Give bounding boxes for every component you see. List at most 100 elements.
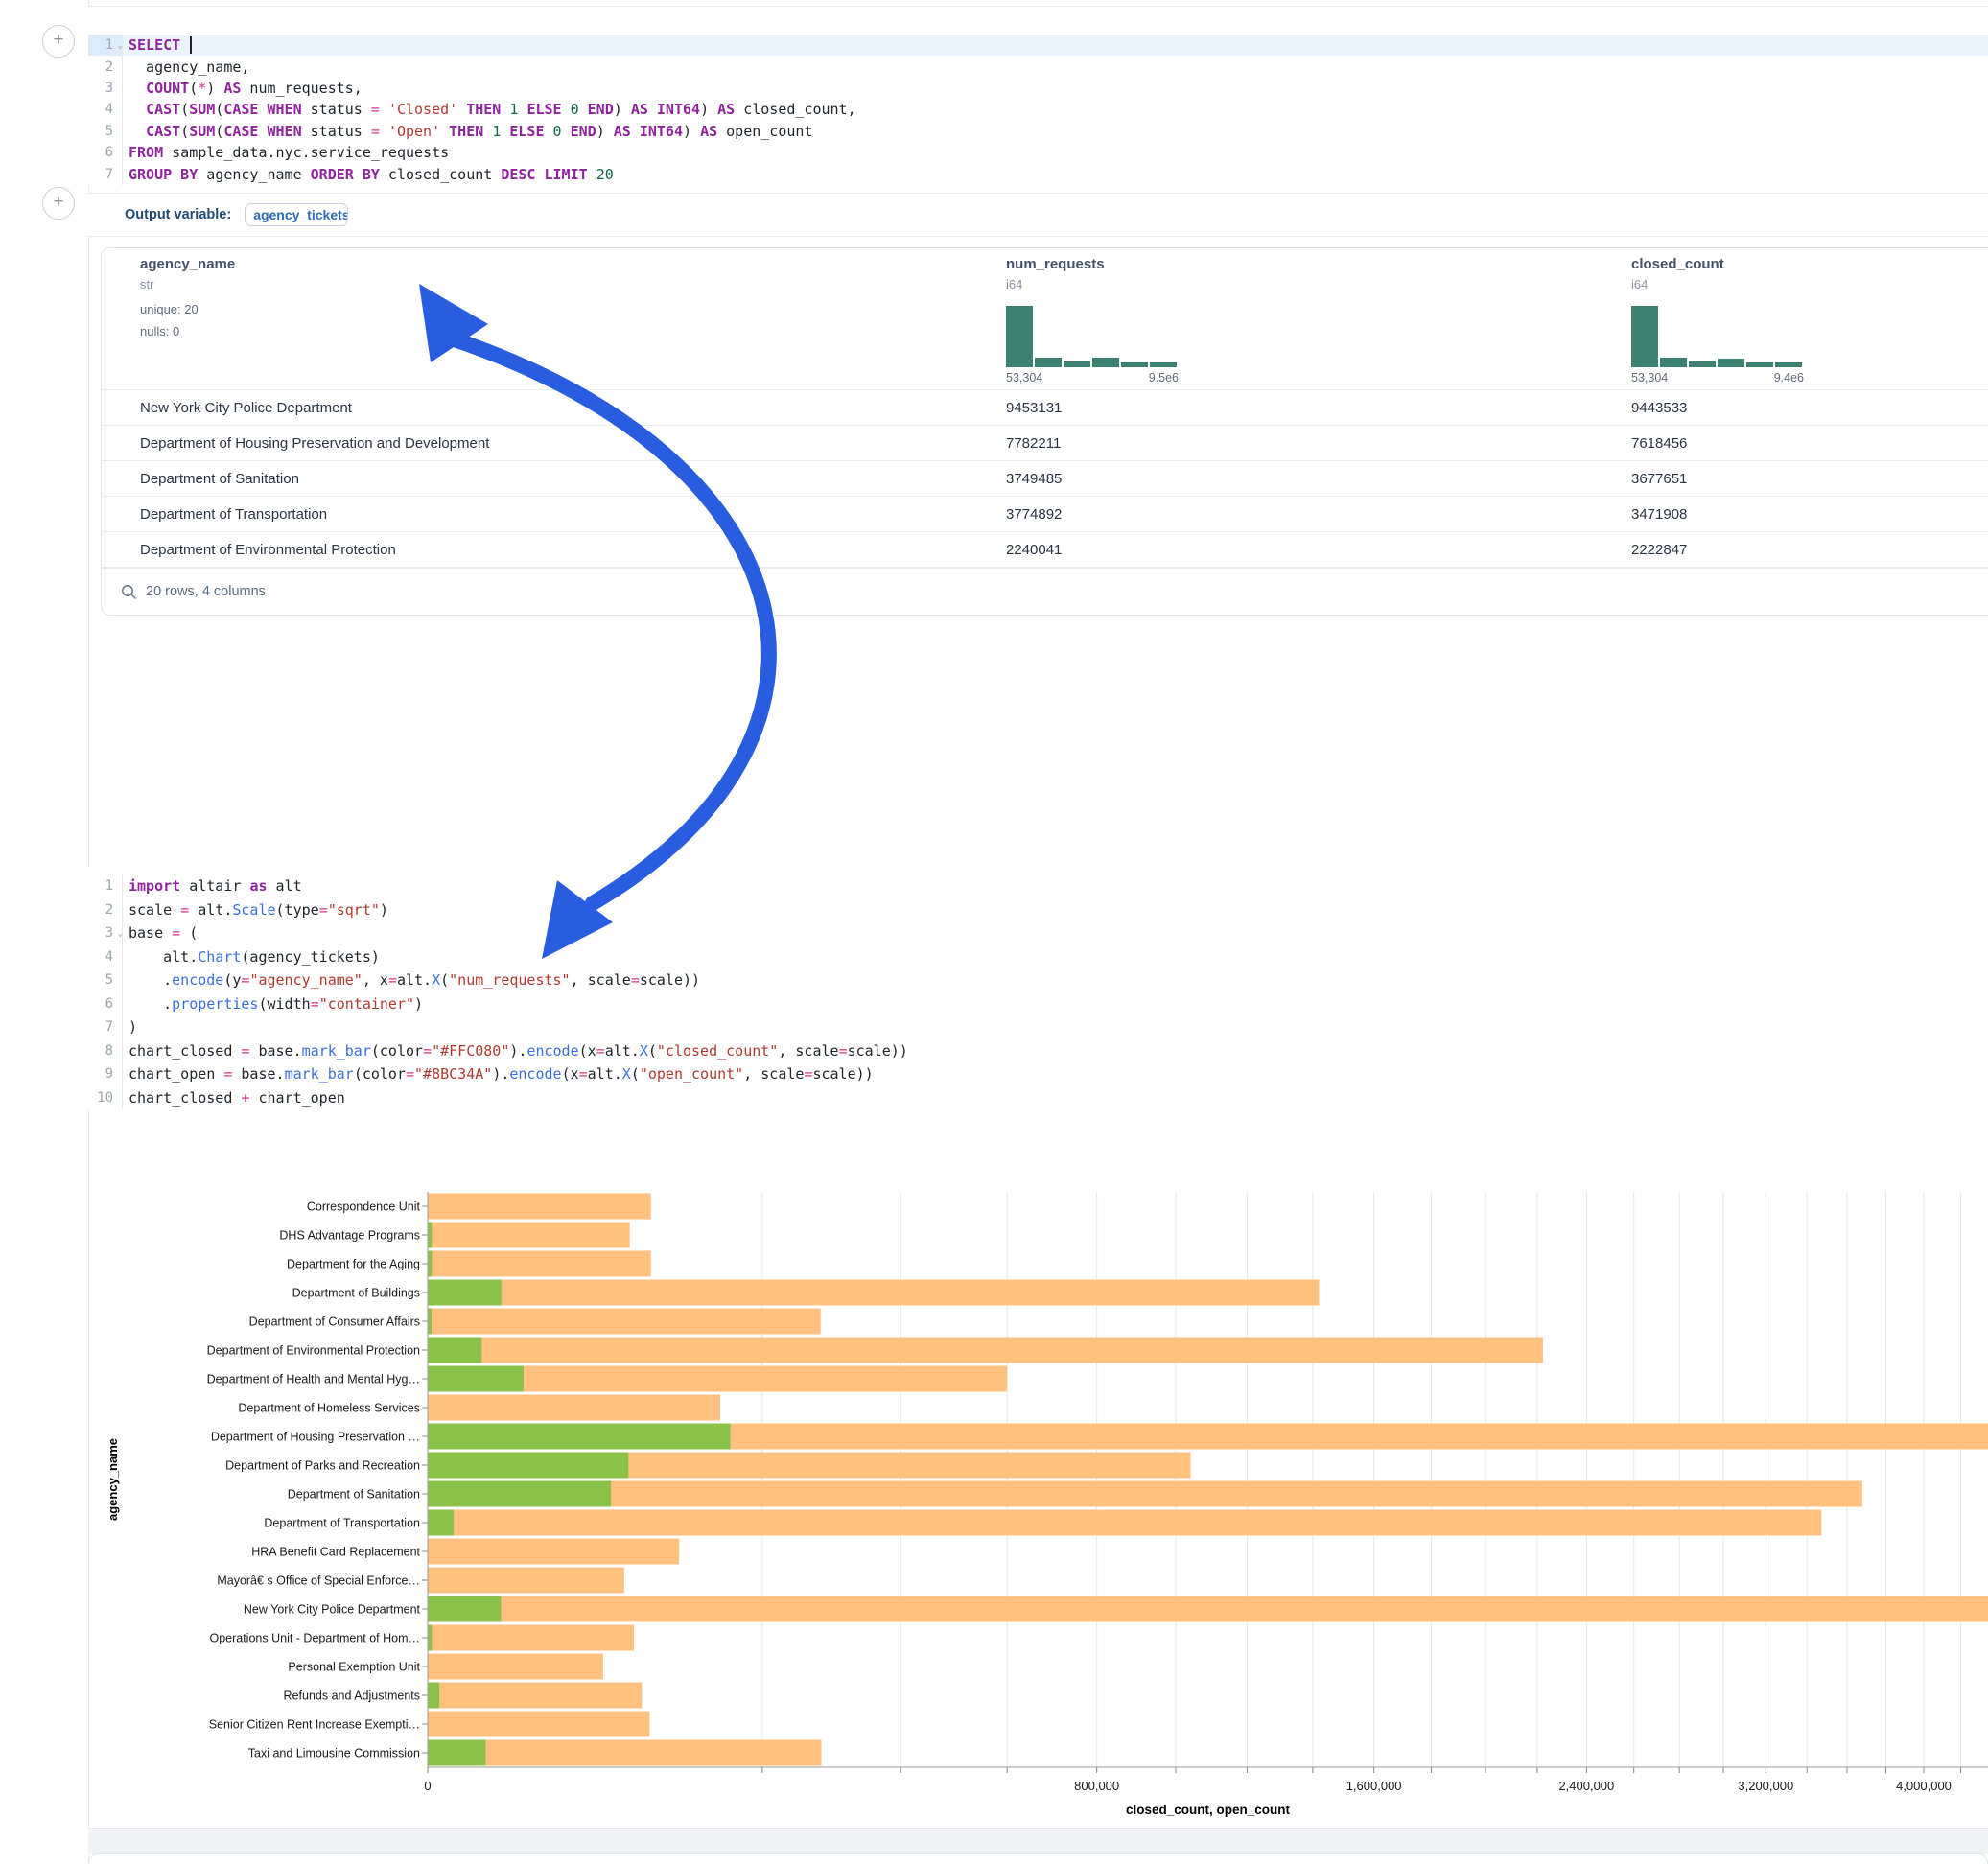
y-axis-label: Department of Homeless Services — [238, 1402, 420, 1415]
line-number: 5 — [88, 968, 123, 992]
line-number: 8 — [88, 1039, 123, 1063]
y-axis-label: Department for the Aging — [287, 1258, 420, 1271]
table-cell: New York City Police Department — [140, 400, 352, 416]
bar-closed-count[interactable] — [428, 1338, 1543, 1363]
histogram-bar — [1718, 359, 1744, 367]
bar-closed-count[interactable] — [428, 1740, 822, 1766]
add-cell-button-top[interactable]: + — [42, 25, 75, 58]
y-axis-label: Correspondence Unit — [307, 1200, 421, 1214]
add-cell-button-output[interactable]: + — [42, 187, 75, 220]
table-cell: 7618456 — [1631, 435, 1687, 452]
histogram-bar — [1631, 306, 1658, 367]
y-axis-title: agency_name — [105, 1438, 120, 1521]
bar-closed-count[interactable] — [428, 1510, 1821, 1536]
bar-open-count[interactable] — [428, 1338, 481, 1363]
table-row[interactable]: Department of Sanitation37494853677651 — [102, 460, 1988, 497]
y-axis-label: Department of Housing Preservation … — [211, 1431, 420, 1444]
column-header-num-requests[interactable]: num_requests — [1006, 256, 1105, 272]
bar-open-count[interactable] — [428, 1740, 485, 1766]
output-variable-pill[interactable]: agency_tickets — [245, 203, 348, 226]
bar-open-count[interactable] — [428, 1223, 432, 1248]
y-axis-label: Department of Buildings — [292, 1287, 420, 1300]
line-number: 7 — [88, 1015, 123, 1039]
bar-closed-count[interactable] — [428, 1309, 821, 1335]
fold-chevron-icon[interactable]: ⌄ — [118, 929, 123, 939]
bar-closed-count[interactable] — [428, 1625, 634, 1651]
code-line: 6FROM sample_data.nyc.service_requests — [88, 142, 1988, 163]
y-axis-label: Department of Consumer Affairs — [249, 1316, 420, 1329]
table-cell: Department of Sanitation — [140, 471, 299, 487]
notebook-page: { "colors": { "bar_closed": "#FFC080", "… — [0, 0, 1988, 1864]
column-stat-unique: unique: 20 — [140, 302, 199, 316]
bar-closed-count[interactable] — [428, 1568, 624, 1594]
column-header-agency-name[interactable]: agency_name — [140, 256, 235, 272]
line-number: 7 — [88, 163, 123, 184]
bar-open-count[interactable] — [428, 1453, 628, 1479]
python-editor[interactable]: 1import altair as alt2scale = alt.Scale(… — [88, 868, 1988, 1109]
search-icon[interactable] — [121, 584, 137, 600]
output-variable-label: Output variable: — [125, 207, 231, 222]
bar-closed-count[interactable] — [428, 1654, 603, 1680]
code-line: 2 agency_name, — [88, 56, 1988, 77]
bar-closed-count[interactable] — [428, 1539, 679, 1565]
bar-closed-count[interactable] — [428, 1596, 1988, 1622]
histogram-bar — [1746, 362, 1773, 367]
y-axis-label: Department of Environmental Protection — [207, 1344, 420, 1358]
histogram-bar — [1006, 306, 1033, 367]
table-cell: 9453131 — [1006, 400, 1062, 416]
line-number: 6 — [88, 992, 123, 1016]
y-axis-label: DHS Advantage Programs — [279, 1229, 420, 1243]
bar-open-count[interactable] — [428, 1596, 501, 1622]
y-axis-label: Department of Sanitation — [288, 1488, 420, 1502]
line-number: 3 — [88, 78, 123, 99]
line-number: 10 — [88, 1086, 123, 1110]
bar-closed-count[interactable] — [428, 1194, 651, 1220]
line-number: 2 — [88, 56, 123, 77]
bar-closed-count[interactable] — [428, 1395, 720, 1421]
table-row[interactable]: Department of Environmental Protection22… — [102, 531, 1988, 569]
row-column-count: 20 rows, 4 columns — [146, 584, 266, 599]
bar-open-count[interactable] — [428, 1683, 439, 1709]
sql-editor[interactable]: 1⌄SELECT 2 agency_name,3 COUNT(*) AS num… — [88, 7, 1988, 185]
bar-closed-count[interactable] — [428, 1251, 651, 1277]
bar-open-count[interactable] — [428, 1481, 611, 1507]
bar-closed-count[interactable] — [428, 1223, 630, 1248]
histogram-bar — [1775, 362, 1802, 367]
table-row[interactable]: New York City Police Department 9453131 94… — [102, 389, 1988, 426]
bar-closed-count[interactable] — [428, 1712, 649, 1737]
altair-bar-chart: Correspondence Unit DHS Advantage Program… — [88, 1181, 1988, 1826]
column-header-closed-count[interactable]: closed_count — [1631, 256, 1724, 272]
fold-chevron-icon[interactable]: ⌄ — [118, 41, 123, 51]
table-cell: 3749485 — [1006, 471, 1062, 487]
table-cell: 3774892 — [1006, 506, 1062, 523]
code-line: 1import altair as alt — [88, 874, 1988, 898]
cell-gap — [88, 1828, 1988, 1854]
bar-open-count[interactable] — [428, 1280, 502, 1306]
bar-open-count[interactable] — [428, 1424, 731, 1450]
bar-open-count[interactable] — [428, 1366, 524, 1392]
y-axis-label: Department of Parks and Recreation — [225, 1459, 420, 1473]
code-line: 3 COUNT(*) AS num_requests, — [88, 78, 1988, 99]
dataframe-preview: agency_name str unique: 20 nulls: 0 num_… — [101, 247, 1988, 616]
y-axis-label: Department of Health and Mental Hyg… — [207, 1373, 420, 1386]
code-line: 7GROUP BY agency_name ORDER BY closed_co… — [88, 163, 1988, 184]
line-number: 2 — [88, 898, 123, 922]
bar-open-count[interactable] — [428, 1510, 454, 1536]
bar-open-count[interactable] — [428, 1251, 432, 1277]
bar-closed-count[interactable] — [428, 1280, 1319, 1306]
histogram-bar — [1121, 362, 1148, 367]
code-line: 1⌄SELECT — [88, 35, 1988, 56]
y-axis-label: Operations Unit - Department of Hom… — [209, 1632, 420, 1645]
y-axis-label: Taxi and Limousine Commission — [248, 1747, 420, 1760]
bar-closed-count[interactable] — [428, 1481, 1862, 1507]
table-cell: Department of Environmental Protection — [140, 542, 396, 558]
bar-closed-count[interactable] — [428, 1683, 642, 1709]
bar-open-count[interactable] — [428, 1309, 432, 1335]
bar-open-count[interactable] — [428, 1625, 432, 1651]
histogram-bar — [1064, 361, 1090, 367]
table-row[interactable]: Department of Transportation377489234719… — [102, 496, 1988, 532]
table-row[interactable]: Department of Housing Preservation and D… — [102, 425, 1988, 461]
column-type-agency-name: str — [140, 277, 153, 291]
y-axis-label: HRA Benefit Card Replacement — [251, 1546, 420, 1559]
table-cell: 9443533 — [1631, 400, 1687, 416]
